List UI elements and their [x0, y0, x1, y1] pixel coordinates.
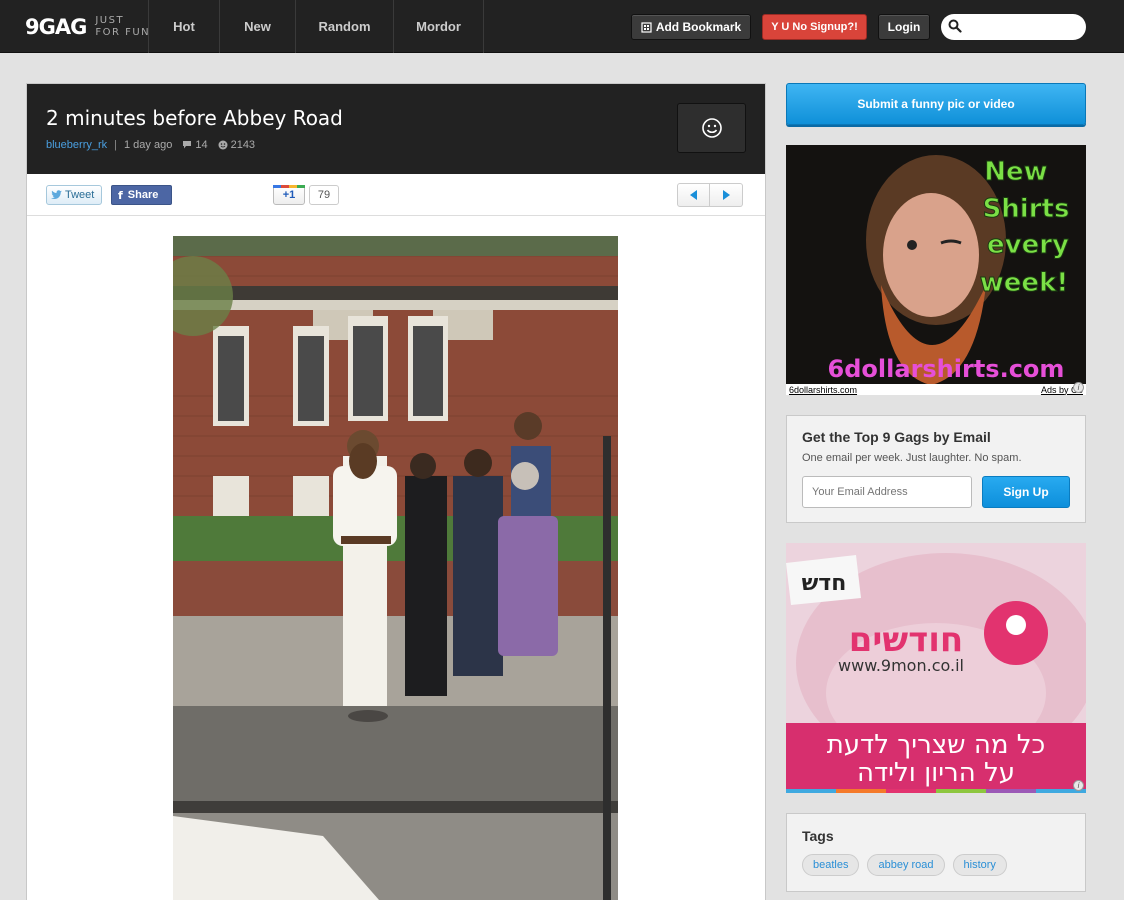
- previous-post-button[interactable]: [677, 183, 710, 207]
- logo[interactable]: 9GAG JUST FOR FUN: [25, 14, 150, 40]
- ad-headline-2: Shirts: [983, 194, 1070, 224]
- email-field[interactable]: [802, 476, 972, 508]
- tags-box: Tags beatles abbey road history: [786, 813, 1086, 892]
- share-bar: Tweet f Share +1 79: [27, 174, 765, 216]
- ad-9mon-artwork: חדש חודשים www.9mon.co.il כל מה שצריך לד…: [786, 543, 1086, 793]
- email-box-title: Get the Top 9 Gags by Email: [802, 429, 991, 445]
- comment-icon: [183, 141, 192, 149]
- logo-mark: 9GAG: [25, 15, 87, 39]
- post-author-link[interactable]: blueberry_rk: [46, 139, 107, 151]
- no-signup-button[interactable]: Y U No Signup?!: [762, 14, 867, 40]
- tweet-label: Tweet: [65, 189, 95, 201]
- bookmark-icon: [641, 21, 652, 33]
- like-button[interactable]: [677, 103, 746, 153]
- facebook-icon: f: [118, 188, 123, 202]
- post-header: 2 minutes before Abbey Road blueberry_rk…: [27, 84, 765, 174]
- smiley-icon: [701, 118, 722, 138]
- tag-history[interactable]: history: [952, 854, 1007, 876]
- logo-tagline-line-1: JUST: [95, 15, 125, 26]
- main-nav: Hot New Random Mordor: [148, 0, 484, 53]
- tag-beatles[interactable]: beatles: [802, 854, 860, 876]
- meta-separator: |: [114, 139, 117, 151]
- post-image[interactable]: [173, 236, 618, 900]
- sign-up-button[interactable]: Sign Up: [982, 476, 1070, 508]
- ad-footer: 6dollarshirts.com Ads by Go: [786, 384, 1086, 395]
- post-card: 2 minutes before Abbey Road blueberry_rk…: [26, 83, 766, 900]
- facebook-share-button[interactable]: f Share: [111, 185, 172, 205]
- nav-new[interactable]: New: [219, 0, 295, 53]
- vote-count: 2143: [230, 139, 256, 151]
- nav-hot[interactable]: Hot: [148, 0, 219, 53]
- arrow-left-icon: [689, 190, 697, 200]
- ad-headline-3: every: [987, 230, 1069, 260]
- add-bookmark-label: Add Bookmark: [655, 20, 742, 34]
- email-box-subtitle: One email per week. Just laughter. No sp…: [802, 452, 1022, 464]
- post-meta: blueberry_rk | 1 day ago 14 2143: [46, 139, 255, 151]
- ad-info-icon[interactable]: i: [1073, 780, 1084, 791]
- ad-headline-1: New: [984, 157, 1047, 187]
- post-title: 2 minutes before Abbey Road: [46, 106, 343, 130]
- twitter-bird-icon: [51, 190, 62, 199]
- ad2-badge: חדש: [802, 571, 847, 596]
- ad-9mon[interactable]: חדש חודשים www.9mon.co.il כל מה שצריך לד…: [786, 543, 1086, 793]
- tags-title: Tags: [802, 828, 834, 844]
- arrow-right-icon: [723, 190, 730, 200]
- nav-random[interactable]: Random: [295, 0, 393, 53]
- ad-info-icon[interactable]: i: [1073, 382, 1084, 393]
- ad2-url: www.9mon.co.il: [838, 656, 964, 675]
- facebook-share-label: Share: [127, 189, 159, 201]
- google-plusone-button[interactable]: +1: [273, 185, 305, 205]
- photo-illustration: [173, 236, 618, 900]
- ad2-brand: חודשים: [849, 620, 963, 660]
- post-age: 1 day ago: [124, 139, 173, 151]
- ad-headline-4: week!: [980, 268, 1068, 298]
- ad2-line-1: כל מה שצריך לדעת: [827, 730, 1046, 760]
- add-bookmark-button[interactable]: Add Bookmark: [631, 14, 751, 40]
- ad-6dollarshirts[interactable]: New Shirts every week! 6dollarshirts.com…: [786, 145, 1086, 395]
- tag-abbey-road[interactable]: abbey road: [867, 854, 945, 876]
- email-signup-box: Get the Top 9 Gags by Email One email pe…: [786, 415, 1086, 523]
- nav-mordor[interactable]: Mordor: [393, 0, 484, 53]
- search-input[interactable]: [966, 17, 1080, 37]
- login-button[interactable]: Login: [878, 14, 930, 40]
- smiley-icon: [218, 140, 228, 150]
- plusone-count: 79: [309, 185, 339, 205]
- tweet-button[interactable]: Tweet: [46, 185, 102, 205]
- ad-brand: 6dollarshirts.com: [828, 355, 1065, 383]
- ad-footer-link[interactable]: 6dollarshirts.com: [789, 385, 857, 395]
- submit-post-button[interactable]: Submit a funny pic or video: [786, 83, 1086, 125]
- comment-count[interactable]: 14: [195, 139, 207, 151]
- logo-tagline: JUST FOR FUN: [95, 15, 150, 39]
- search-icon: [948, 19, 962, 33]
- top-bar: 9GAG JUST FOR FUN Hot New Random Mordor …: [0, 0, 1124, 53]
- tags-list: beatles abbey road history: [802, 854, 1007, 876]
- logo-tagline-line-2: FOR FUN: [95, 27, 151, 38]
- ad-shirts-artwork: New Shirts every week! 6dollarshirts.com: [786, 145, 1086, 395]
- next-post-button[interactable]: [710, 183, 743, 207]
- google-color-strip: [273, 185, 305, 188]
- ad2-line-2: על הריון ולידה: [857, 758, 1015, 788]
